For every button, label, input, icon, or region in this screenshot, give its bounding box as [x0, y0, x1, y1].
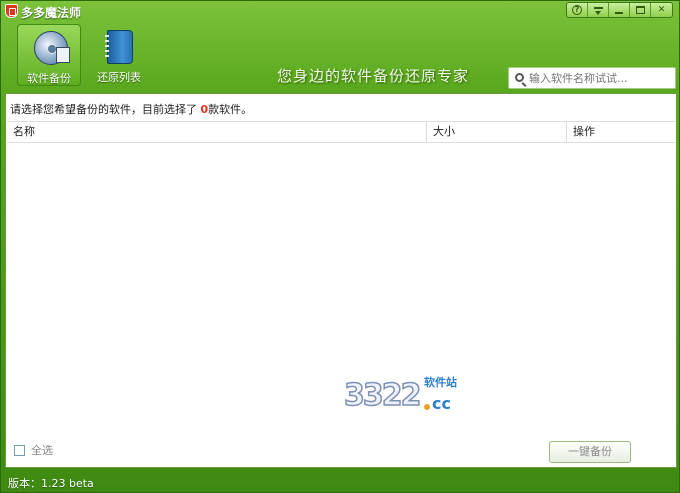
tool-software-backup[interactable]: 软件备份 [17, 24, 81, 86]
minimize-icon [615, 12, 623, 14]
select-all[interactable]: 全选 [14, 442, 53, 458]
table-header: 名称 大小 操作 [7, 121, 675, 143]
watermark-dot [424, 404, 430, 410]
slogan: 您身边的软件备份还原专家 [277, 67, 470, 85]
column-action[interactable]: 操作 [567, 122, 675, 142]
search-input[interactable] [529, 70, 673, 86]
close-button[interactable]: ✕ [651, 3, 672, 17]
app-window: 多多魔法师 ? ✕ 软件备份 还原列表 您身边的软件备份还原专家 请选择您希望备… [0, 0, 680, 493]
help-button[interactable]: ? [567, 3, 588, 17]
notebook-icon [105, 30, 133, 64]
one-click-backup-button[interactable]: 一键备份 [549, 441, 631, 463]
status-bar: 版本：1.23 beta [1, 471, 679, 492]
window-controls: ? ✕ [566, 2, 673, 18]
info-suffix: 款软件。 [208, 103, 253, 116]
app-title: 多多魔法师 [21, 6, 82, 20]
column-size[interactable]: 大小 [427, 122, 567, 142]
select-all-checkbox[interactable] [14, 444, 25, 456]
column-name[interactable]: 名称 [7, 122, 427, 142]
search-icon [515, 73, 524, 82]
selection-info: 请选择您希望备份的软件，目前选择了 0款软件。 [10, 101, 252, 117]
info-prefix: 请选择您希望备份的软件，目前选择了 [10, 103, 201, 116]
close-icon: ✕ [657, 5, 666, 15]
select-all-label: 全选 [31, 444, 53, 457]
selected-count: 0 [200, 103, 209, 116]
tool-restore-list[interactable]: 还原列表 [87, 24, 151, 86]
software-list[interactable] [7, 144, 675, 434]
watermark-site: 软件站 [424, 376, 457, 389]
menu-button[interactable] [588, 3, 609, 17]
minimize-button[interactable] [609, 3, 630, 17]
watermark-domain: cc [432, 394, 451, 413]
watermark-number: 3322 [343, 377, 422, 414]
app-logo-icon [5, 4, 18, 18]
version-label: 版本：1.23 beta [8, 477, 94, 490]
title-bar[interactable]: 多多魔法师 ? ✕ [1, 1, 679, 21]
search-box[interactable] [508, 67, 676, 89]
watermark-logo: 3322 cc 软件站 [343, 374, 474, 420]
maximize-button[interactable] [630, 3, 651, 17]
dropdown-menu-icon [593, 6, 603, 15]
help-icon: ? [572, 5, 582, 15]
floppy-badge-icon [56, 47, 70, 63]
content-panel: 请选择您希望备份的软件，目前选择了 0款软件。 名称 大小 操作 3322 cc… [5, 93, 677, 468]
tool-label: 软件备份 [27, 72, 71, 85]
maximize-icon [635, 6, 645, 14]
tool-label: 还原列表 [97, 71, 141, 84]
